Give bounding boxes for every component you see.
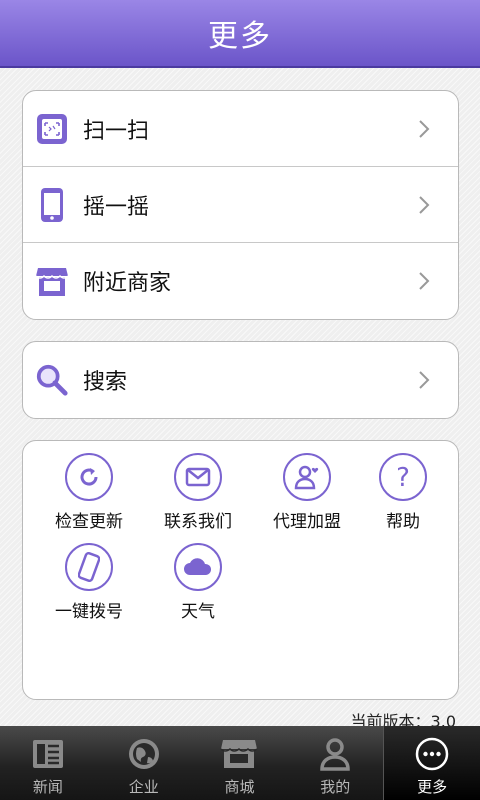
grid-item-help[interactable]: ? 帮助 (353, 453, 453, 532)
question-icon: ? (379, 453, 427, 501)
svg-text:?: ? (396, 463, 410, 492)
menu-item-label: 附近商家 (83, 271, 172, 296)
menu-item-label: 摇一摇 (83, 194, 150, 220)
menu-item-scan[interactable]: 扫一扫 (23, 91, 458, 167)
tab-label: 企业 (128, 778, 159, 796)
bottom-tab-bar: 新闻 企业 商城 我的 更多 (0, 726, 480, 800)
search-icon (35, 362, 69, 398)
tab-label: 新闻 (32, 778, 63, 796)
grid-item-franchise[interactable]: 代理加盟 (257, 453, 357, 532)
grid-item-label: 检查更新 (55, 512, 123, 532)
menu-item-label: 搜索 (83, 370, 128, 395)
grid-item-label: 天气 (181, 602, 215, 622)
more-icon (412, 734, 452, 774)
tab-news[interactable]: 新闻 (0, 726, 96, 800)
menu-item-nearby-stores[interactable]: 附近商家 (23, 243, 458, 319)
refresh-icon (65, 453, 113, 501)
tab-label: 商城 (224, 778, 255, 796)
globe-icon (124, 734, 164, 774)
phone-shake-icon (35, 187, 69, 223)
grid-item-label: 联系我们 (164, 512, 232, 532)
tab-more[interactable]: 更多 (383, 726, 480, 800)
grid-item-label: 代理加盟 (273, 512, 341, 532)
tab-mall[interactable]: 商城 (192, 726, 288, 800)
tab-enterprise[interactable]: 企业 (96, 726, 192, 800)
grid-item-weather[interactable]: 天气 (148, 543, 248, 622)
person-icon (315, 734, 355, 774)
scan-icon (35, 111, 69, 147)
chevron-right-icon (419, 272, 430, 290)
grid-item-one-key-dial[interactable]: 一键拨号 (39, 543, 139, 622)
shop-icon (219, 734, 259, 774)
menu-group-primary: 扫一扫 摇一摇 附近商家 (22, 90, 459, 320)
tab-mine[interactable]: 我的 (287, 726, 383, 800)
news-icon (28, 734, 68, 774)
cloud-icon (174, 543, 222, 591)
grid-item-label: 一键拨号 (55, 602, 123, 622)
user-heart-icon (283, 453, 331, 501)
grid-item-check-update[interactable]: 检查更新 (39, 453, 139, 532)
menu-item-search[interactable]: 搜索 (23, 342, 458, 418)
phone-icon (65, 543, 113, 591)
menu-item-label: 扫一扫 (83, 118, 150, 144)
tab-label: 我的 (320, 778, 351, 796)
tab-label: 更多 (417, 778, 448, 796)
grid-item-label: 帮助 (386, 512, 420, 532)
chevron-right-icon (419, 195, 430, 214)
menu-item-shake[interactable]: 摇一摇 (23, 167, 458, 243)
menu-group-search: 搜索 (22, 341, 459, 419)
store-icon (35, 263, 69, 299)
chevron-right-icon (419, 371, 430, 389)
feature-grid: 检查更新 联系我们 代理加盟 ? 帮助 一键拨号 天气 (22, 440, 459, 700)
page-title: 更多 (208, 19, 272, 54)
grid-item-contact-us[interactable]: 联系我们 (148, 453, 248, 532)
chevron-right-icon (419, 119, 430, 138)
title-bar: 更多 (0, 0, 480, 68)
mail-icon (174, 453, 222, 501)
